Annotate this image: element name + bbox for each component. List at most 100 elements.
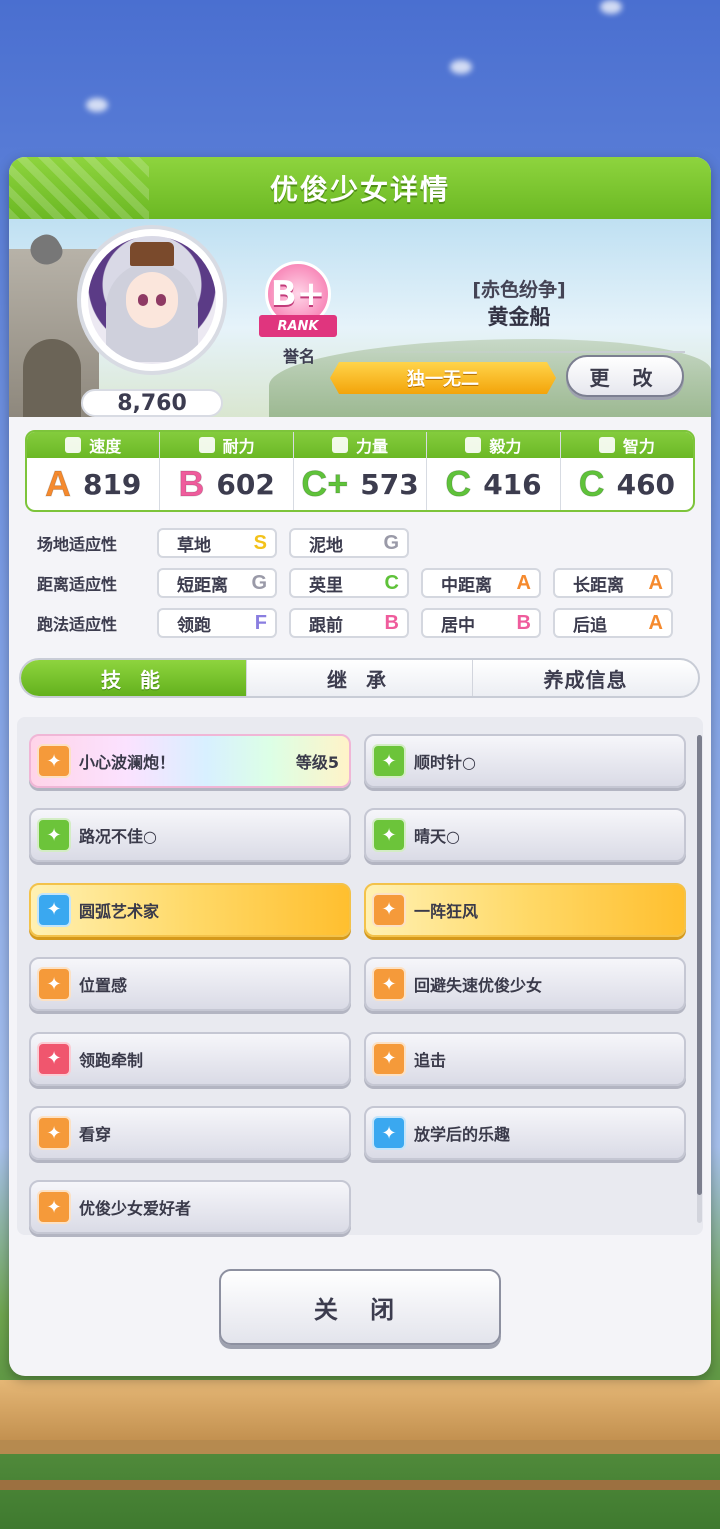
stat-value: 602: [216, 467, 275, 501]
close-button[interactable]: 关 闭: [219, 1269, 501, 1345]
stat-label: 速度: [89, 437, 122, 456]
skill-card[interactable]: ✦ 圆弧艺术家: [29, 882, 351, 937]
divider: [345, 351, 685, 353]
skill-card[interactable]: ✦ 小心波澜炮！ 等级5: [29, 734, 351, 788]
skill-icon: ✦: [372, 744, 406, 778]
skill-icon: ✦: [372, 818, 406, 853]
portrait-hat: [130, 242, 174, 266]
aptitude-item: 居中 B: [421, 608, 541, 638]
skill-card[interactable]: ✦ 优俊少女爱好者: [29, 1180, 351, 1235]
stat-label: 智力: [622, 437, 655, 456]
character-name: 黄金船: [487, 305, 551, 329]
skill-icon: ✦: [37, 818, 71, 853]
stat-header: 耐力: [160, 432, 293, 458]
flame-icon: [465, 437, 482, 453]
skill-card[interactable]: ✦ 追击: [364, 1031, 686, 1086]
stat-header: 力量: [293, 432, 427, 458]
stat-value: 460: [616, 467, 676, 501]
skill-name: 放学后的乐趣: [414, 1125, 511, 1144]
character-hero: 8,760 B+ RANK 誉名 [赤色纷争] 黄金船 独一无二 更 改: [9, 219, 711, 417]
graduation-cap-icon: [598, 437, 615, 453]
skill-name: 小心波澜炮！: [79, 753, 176, 772]
tab-1[interactable]: 继 承: [247, 660, 473, 696]
track-aptitude-row: 场地适应性 草地 S 泥地 G: [37, 527, 697, 559]
stat-value: 416: [483, 467, 542, 501]
umamusume-detail-panel: 优俊少女详情 8,760 B+ RANK 誉名 [赤色纷争] 黄金船 独一无二 …: [9, 157, 711, 1376]
stat-value: 819: [82, 467, 142, 501]
skill-icon: ✦: [372, 1041, 406, 1076]
stat-4: 智力 C 460: [560, 432, 693, 510]
skill-name: 位置感: [79, 976, 128, 996]
aptitude-grade: C: [384, 571, 399, 594]
skill-icon: ✦: [372, 1116, 406, 1150]
panel-header: 优俊少女详情: [9, 157, 711, 219]
skill-name: 一阵狂风: [414, 901, 479, 921]
sparkle: [600, 0, 622, 14]
stat-label: 力量: [356, 437, 389, 456]
scrollbar-thumb[interactable]: [697, 735, 702, 1195]
skill-name: 回避失速优俊少女: [414, 976, 543, 996]
aptitude-name: 泥地: [309, 535, 343, 556]
skill-card[interactable]: ✦ 回避失速优俊少女: [364, 957, 686, 1012]
skill-card[interactable]: ✦ 一阵狂风: [364, 882, 686, 937]
skill-card[interactable]: ✦ 顺时针○: [364, 734, 686, 788]
aptitude-item: 英里 C: [289, 568, 409, 598]
stat-body: B 602: [160, 458, 292, 510]
stat-body: C+ 573: [294, 458, 426, 510]
stat-header: 速度: [27, 432, 160, 458]
title-banner: 独一无二: [330, 362, 556, 394]
aptitude-name: 中距离: [441, 575, 492, 596]
aptitude-grade: A: [648, 611, 663, 634]
aptitude-grade: A: [516, 571, 531, 594]
aptitude-name: 英里: [309, 575, 343, 596]
stat-grade: A: [44, 463, 71, 504]
stat-grade: B: [178, 463, 205, 504]
aptitude-item: 中距离 A: [421, 568, 541, 598]
stat-1: 耐力 B 602: [160, 432, 294, 510]
skill-name: 顺时针○: [414, 753, 476, 772]
skill-name: 路况不佳○: [79, 827, 157, 847]
skill-card[interactable]: ✦ 放学后的乐趣: [364, 1106, 686, 1160]
aptitude-name: 领跑: [177, 615, 211, 636]
stats-table: 速度 A 819 耐力 B 602 力量 C+ 573 毅力 C 416 智力 C 460: [25, 430, 695, 512]
stat-body: A 819: [27, 458, 159, 510]
stat-body: C 416: [427, 458, 559, 510]
rank-badge: B+ RANK: [259, 261, 339, 341]
rank-label: 誉名: [282, 347, 315, 366]
character-portrait-frame[interactable]: [77, 225, 227, 375]
character-epithet: [赤色纷争]: [472, 279, 566, 301]
aptitude-item: 后追 A: [553, 608, 673, 638]
aptitude-label: 距离适应性: [37, 575, 118, 594]
aptitude-grade: S: [253, 531, 267, 554]
strategy-aptitude-row: 跑法适应性 领跑 F 跟前 B 居中 B 后追 A: [37, 607, 697, 639]
aptitude-item: 跟前 B: [289, 608, 409, 638]
skill-card[interactable]: ✦ 看穿: [29, 1106, 351, 1160]
stat-3: 毅力 C 416: [427, 432, 561, 510]
skill-icon: ✦: [372, 892, 406, 927]
tab-0[interactable]: 技 能: [21, 660, 247, 696]
stat-label: 毅力: [489, 437, 522, 456]
tab-2[interactable]: 养成信息: [473, 660, 698, 696]
skill-icon: ✦: [37, 1041, 71, 1076]
skill-icon: ✦: [37, 967, 71, 1002]
skill-name: 圆弧艺术家: [79, 901, 160, 921]
skill-card[interactable]: ✦ 路况不佳○: [29, 808, 351, 863]
change-title-button[interactable]: 更 改: [566, 355, 684, 397]
muscle-icon: [332, 437, 348, 453]
stat-grade: C: [445, 463, 472, 504]
stat-header: 毅力: [427, 432, 560, 458]
stat-body: C 460: [561, 458, 693, 510]
skill-card[interactable]: ✦ 领跑牵制: [29, 1031, 351, 1086]
aptitude-item: 长距离 A: [553, 568, 673, 598]
scrollbar[interactable]: [697, 735, 702, 1223]
skill-card[interactable]: ✦ 位置感: [29, 957, 351, 1012]
stat-0: 速度 A 819: [27, 432, 161, 510]
skill-name: 领跑牵制: [79, 1050, 144, 1070]
track-dirt: [0, 1380, 720, 1440]
aptitude-name: 居中: [441, 615, 475, 636]
skill-card[interactable]: ✦ 晴天○: [364, 808, 686, 863]
portrait-face: [126, 272, 178, 328]
heart-icon: [198, 437, 215, 453]
distance-aptitude-row: 距离适应性 短距离 G 英里 C 中距离 A 长距离 A: [37, 567, 697, 599]
skill-icon: ✦: [372, 967, 406, 1002]
